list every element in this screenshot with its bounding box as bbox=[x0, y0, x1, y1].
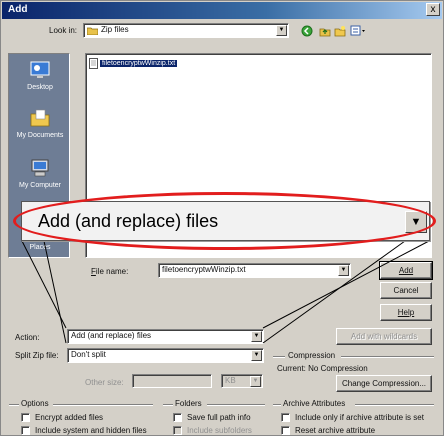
highlight-oval bbox=[13, 192, 436, 250]
